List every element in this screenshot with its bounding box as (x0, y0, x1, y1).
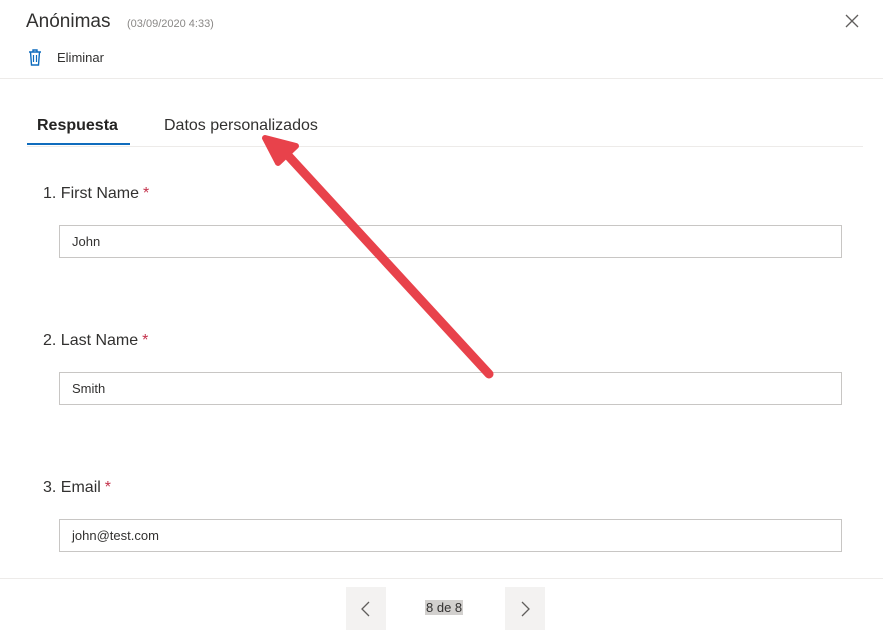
tab-datos-personalizados[interactable]: Datos personalizados (164, 117, 318, 135)
last-name-field[interactable]: Smith (59, 372, 842, 405)
required-mark: * (142, 332, 149, 349)
pager-footer: 8 de 8 (0, 578, 883, 637)
panel-header: Anónimas (03/09/2020 4:33) Eliminar (0, 0, 883, 79)
response-timestamp: (03/09/2020 4:33) (127, 18, 214, 30)
required-mark: * (104, 479, 112, 496)
question-text: 2. Last Name (43, 332, 139, 349)
chevron-right-icon (521, 601, 530, 617)
next-button[interactable] (505, 587, 545, 630)
tab-respuesta[interactable]: Respuesta (37, 117, 118, 135)
required-mark: * (143, 185, 150, 202)
field-value: john@test.com (72, 528, 159, 543)
email-field[interactable]: john@test.com (59, 519, 842, 552)
question-label-first-name: 1. First Name * (43, 185, 149, 203)
first-name-field[interactable]: John (59, 225, 842, 258)
panel-title: Anónimas (26, 11, 111, 32)
page-indicator: 8 de 8 (425, 600, 464, 615)
tab-selected-indicator (27, 143, 130, 145)
question-text: 3. Email (43, 479, 101, 496)
question-label-last-name: 2. Last Name * (43, 332, 148, 350)
field-value: John (72, 234, 101, 249)
close-icon (845, 14, 859, 28)
question-text: 1. First Name (43, 185, 140, 202)
delete-label: Eliminar (57, 49, 104, 65)
close-button[interactable] (843, 12, 861, 30)
delete-button[interactable]: Eliminar (26, 46, 104, 68)
trash-icon (29, 49, 41, 66)
tab-bar: Respuesta Datos personalizados (27, 108, 863, 147)
previous-button[interactable] (346, 587, 386, 630)
field-value: Smith (72, 381, 106, 396)
question-label-email: 3. Email * (43, 479, 111, 497)
chevron-left-icon (361, 601, 370, 617)
